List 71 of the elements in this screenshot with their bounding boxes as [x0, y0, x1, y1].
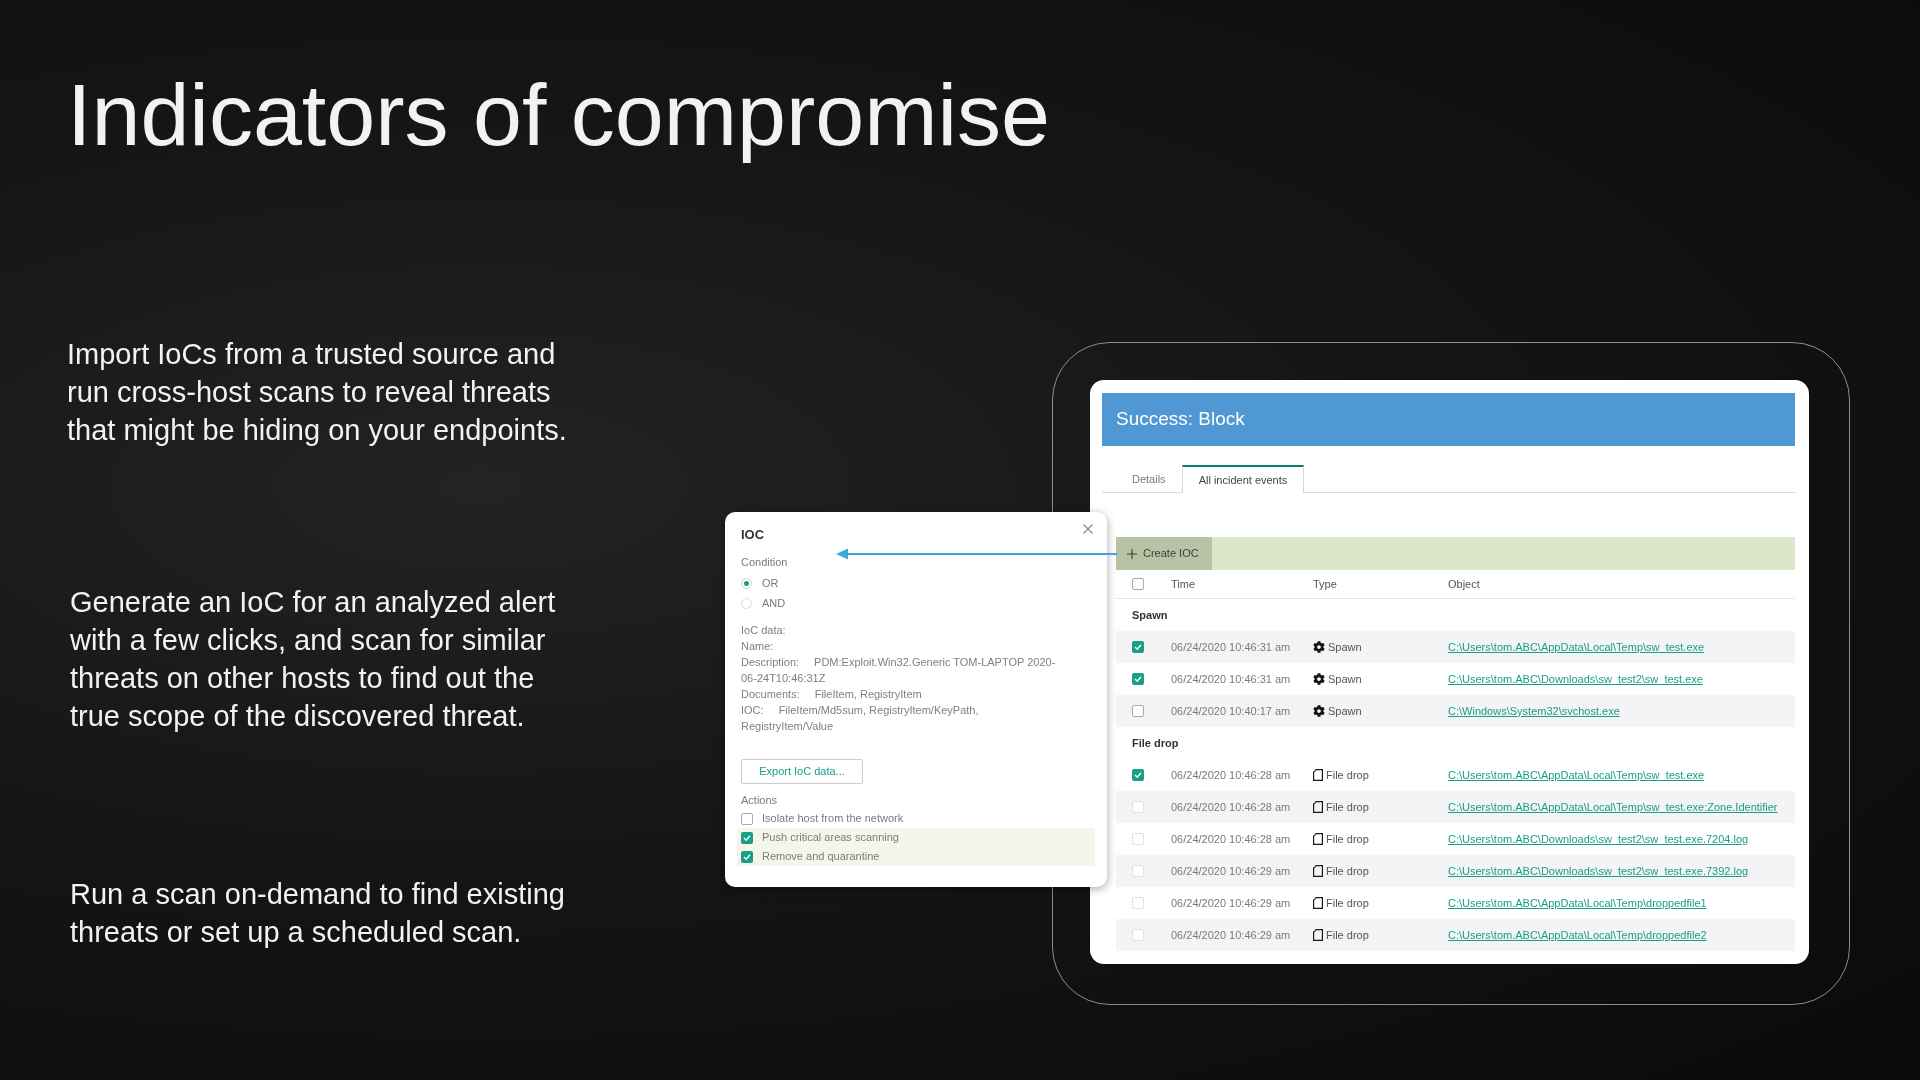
table-cell-text: File drop [1326, 895, 1369, 911]
checkbox-label: Push critical areas scanning [762, 830, 899, 846]
option-label: AND [762, 595, 786, 611]
gear-icon [1313, 673, 1325, 685]
body-text: Run a scan on-demand to find existing threats or set up a scheduled scan. [70, 877, 566, 950]
row-checkbox[interactable] [1132, 705, 1144, 717]
table-cell-text: File drop [1326, 927, 1369, 943]
column-header: Type [1313, 576, 1337, 592]
section-label: IoC data: [741, 623, 786, 638]
table-cell-text: 06/24/2020 10:40:17 am [1171, 703, 1291, 719]
tab[interactable]: All incident events [1181, 465, 1305, 493]
body-text: Generate an IoC for an analyzed alert with a few clicks, and scan for similar threats on other hosts to find out the true scope of the discovered threat. [70, 585, 557, 734]
select-all-checkbox[interactable] [1132, 578, 1144, 590]
table-cell-text: 06/24/2020 10:46:28 am [1171, 831, 1291, 847]
section-label: Actions [741, 794, 778, 806]
table-cell-text: Spawn [1328, 703, 1362, 719]
dialog-title: IOC [741, 527, 765, 543]
table-cell-text: File drop [1326, 863, 1369, 879]
checkbox[interactable] [741, 831, 753, 844]
radio-button[interactable] [741, 577, 752, 589]
field-text: Documents: FileItem, RegistryItem [741, 687, 922, 702]
document-icon [1313, 897, 1323, 909]
table-cell-text: 06/24/2020 10:46:31 am [1171, 671, 1291, 687]
option-label: OR [762, 575, 779, 591]
table-cell-text: Spawn [1328, 671, 1362, 687]
row-checkbox[interactable] [1132, 641, 1144, 653]
export-button[interactable]: Export IoC data... [741, 759, 863, 784]
create-button[interactable]: Create IOC [1116, 537, 1212, 570]
row-checkbox[interactable] [1132, 769, 1144, 781]
group-label: File drop [1132, 735, 1179, 751]
file-path-link[interactable]: C:\Users\tom.ABC\AppData\Local\Temp\sw_test.exe [1448, 766, 1705, 784]
checkbox-label: Remove and quarantine [762, 849, 880, 865]
column-header: Object [1448, 576, 1480, 592]
table-cell-text: Spawn [1328, 639, 1362, 655]
close-icon [1083, 524, 1093, 534]
checkbox[interactable] [741, 812, 753, 825]
field-text: Name: [741, 639, 774, 654]
document-icon [1313, 769, 1323, 781]
arrow-icon [836, 548, 1117, 560]
table-cell-text: File drop [1326, 831, 1369, 847]
table-cell-text: 06/24/2020 10:46:28 am [1171, 767, 1291, 783]
document-icon [1313, 833, 1323, 845]
table-cell-text: 06/24/2020 10:46:28 am [1171, 799, 1291, 815]
field-text: IOC: FileItem/Md5sum, RegistryItem/KeyPath, RegistryItem/Value [741, 703, 980, 734]
plus-icon [1127, 548, 1137, 559]
document-icon [1313, 865, 1323, 877]
gear-icon [1313, 705, 1325, 717]
document-icon [1313, 929, 1323, 941]
checkbox-label: Isolate host from the network [762, 811, 904, 827]
close-button[interactable] [1083, 524, 1093, 534]
group-label: Spawn [1132, 607, 1168, 623]
file-path-link[interactable]: C:\Users\tom.ABC\Downloads\sw_test2\sw_test.exe [1448, 670, 1703, 688]
radio-button[interactable] [741, 597, 752, 609]
gear-icon [1313, 641, 1325, 653]
document-icon [1313, 801, 1323, 813]
checkbox[interactable] [741, 850, 753, 863]
file-path-link[interactable]: C:\Users\tom.ABC\AppData\Local\Temp\sw_test.exe [1448, 638, 1705, 656]
table-cell-text: 06/24/2020 10:46:29 am [1171, 863, 1291, 879]
table-cell-text: 06/24/2020 10:46:29 am [1171, 927, 1291, 943]
column-header: Time [1171, 576, 1196, 592]
table-cell-text: 06/24/2020 10:46:29 am [1171, 895, 1291, 911]
field-text: Description: PDM:Exploit.Win32.Generic TOM-LAPTOP 2020-06-24T10:46:31Z [741, 655, 1057, 686]
header-title: Success: Block [1116, 407, 1245, 432]
row-checkbox[interactable] [1132, 673, 1144, 685]
table-cell-text: File drop [1326, 767, 1369, 783]
table-cell-text: File drop [1326, 799, 1369, 815]
body-text: Import IoCs from a trusted source and run cross-host scans to reveal threats that might be hiding on your endpoints. [67, 337, 568, 448]
tab[interactable]: Details [1102, 465, 1182, 493]
file-path-link[interactable]: C:\Windows\System32\svchost.exe [1448, 702, 1620, 720]
table-cell-text: 06/24/2020 10:46:31 am [1171, 639, 1291, 655]
section-label: Condition [741, 556, 788, 568]
